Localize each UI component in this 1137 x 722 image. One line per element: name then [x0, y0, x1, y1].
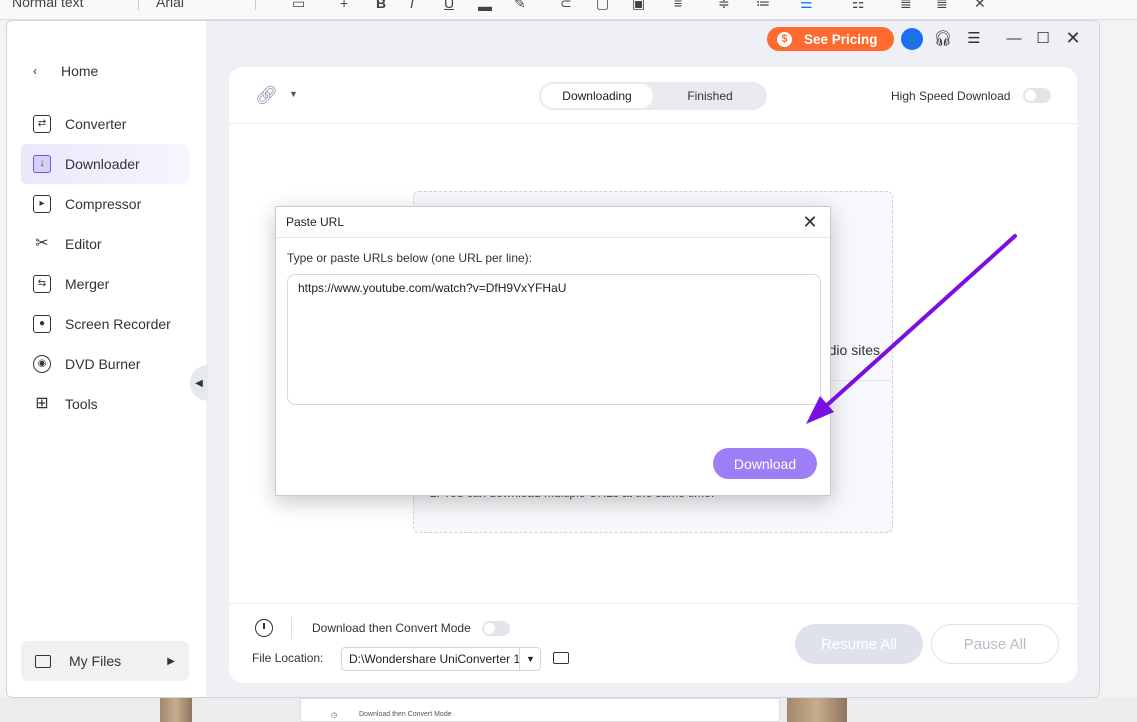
convert-mode-toggle[interactable] — [482, 621, 510, 636]
bg-underline-icon: U — [444, 0, 455, 11]
sidebar-item-converter[interactable]: ⇄ Converter — [21, 104, 189, 144]
screen-recorder-icon: ● — [33, 315, 51, 333]
home-link[interactable]: ‹ Home — [33, 63, 98, 79]
sidebar-item-downloader[interactable]: ↓ Downloader — [21, 144, 189, 184]
bg-indent-icon: ≣ — [900, 0, 912, 11]
footer-separator — [291, 617, 292, 639]
dialog-instruction: Type or paste URLs below (one URL per li… — [287, 251, 533, 265]
scissors-icon: ✂ — [35, 235, 49, 252]
sidebar-item-label: Compressor — [65, 196, 142, 212]
background-toolbar: Normal text Arial ▭ + B I U ▬ ✎ ⊂ ▢ ▣ ≡ … — [0, 0, 1137, 20]
menu-icon[interactable]: ☰ — [963, 27, 985, 49]
bg-outdent-icon: ≣ — [936, 0, 948, 11]
bg-line-spacing-icon: ≑ — [718, 0, 730, 11]
converter-icon: ⇄ — [33, 115, 51, 133]
chevron-right-icon: ▶ — [167, 655, 175, 667]
folder-icon — [35, 654, 51, 668]
bg-timer-icon: ◷ — [331, 712, 338, 719]
open-folder-icon[interactable] — [553, 652, 569, 664]
bg-bold-icon: B — [376, 0, 387, 11]
see-pricing-label: See Pricing — [804, 31, 878, 47]
sidebar-item-label: Screen Recorder — [65, 316, 171, 332]
download-button[interactable]: Download — [713, 448, 817, 479]
url-textarea[interactable]: https://www.youtube.com/watch?v=DfH9VxYF… — [287, 274, 821, 405]
bg-text-color-icon: ▬ — [478, 0, 492, 14]
bg-size-box-icon: ▭ — [292, 0, 306, 11]
avatar[interactable]: 👤 — [901, 28, 923, 50]
timer-icon[interactable] — [255, 619, 273, 637]
disc-icon: ◉ — [33, 355, 51, 373]
high-speed-download-label: High Speed Download — [891, 89, 1011, 103]
high-speed-download-toggle[interactable] — [1023, 88, 1051, 103]
sidebar-item-label: Converter — [65, 116, 127, 132]
bg-divider — [255, 0, 256, 10]
tab-downloading[interactable]: Downloading — [541, 84, 653, 108]
bg-clear-format-icon: ✕ — [974, 0, 986, 11]
sidebar-item-label: DVD Burner — [65, 356, 141, 372]
my-files-label: My Files — [69, 653, 122, 669]
supported-sites-text: dio sites — [828, 342, 880, 358]
sidebar-item-label: Downloader — [65, 156, 140, 172]
sidebar-item-label: Merger — [65, 276, 110, 292]
bg-link-icon: ⊂ — [560, 0, 572, 11]
bg-italic-icon: I — [410, 0, 414, 11]
footer-divider — [229, 603, 1077, 604]
bg-style-label: Normal text — [12, 0, 84, 10]
bg-bullet-list-icon: ☰ — [800, 0, 813, 11]
background-document: ◷ Download then Convert Mode — [0, 698, 1137, 722]
sidebar-item-dvd-burner[interactable]: ◉ DVD Burner — [21, 344, 189, 384]
sidebar-item-tools[interactable]: ⊞ Tools — [21, 384, 189, 424]
sidebar-item-compressor[interactable]: ▸ Compressor — [21, 184, 189, 224]
download-status-tabs: Downloading Finished — [539, 82, 767, 110]
header-divider — [229, 123, 1077, 124]
chevron-down-icon[interactable]: ▼ — [519, 647, 541, 671]
file-location-label: File Location: — [252, 651, 324, 665]
bg-align-icon: ≡ — [674, 0, 683, 11]
bg-screenshot-preview: ◷ Download then Convert Mode — [300, 698, 780, 722]
dialog-title: Paste URL — [286, 215, 345, 229]
grid-icon: ⊞ — [35, 395, 49, 412]
compressor-icon: ▸ — [33, 195, 51, 213]
tab-finished[interactable]: Finished — [655, 84, 765, 108]
convert-mode-label: Download then Convert Mode — [312, 621, 471, 635]
minimize-icon[interactable]: — — [1003, 27, 1025, 49]
sidebar-item-editor[interactable]: ✂ Editor — [21, 224, 189, 264]
close-dialog-icon[interactable]: ✕ — [800, 212, 820, 232]
bg-thumbnail — [787, 698, 847, 722]
chevron-down-icon[interactable]: ▼ — [289, 89, 298, 99]
bg-numbered-list-icon: ☷ — [852, 0, 865, 11]
sidebar-item-label: Tools — [65, 396, 98, 412]
bg-highlight-icon: ✎ — [514, 0, 526, 11]
home-label: Home — [61, 63, 99, 79]
file-location-select[interactable]: D:\Wondershare UniConverter 1 — [341, 647, 541, 671]
downloader-icon: ↓ — [33, 155, 51, 173]
dialog-divider — [276, 237, 830, 238]
my-files-button[interactable]: My Files ▶ — [21, 641, 189, 681]
bg-divider — [138, 0, 139, 10]
pricing-tag-icon: $ — [777, 31, 792, 47]
sidebar: ‹ Home ⇄ Converter ↓ Downloader ▸ Compre… — [7, 21, 206, 697]
close-window-icon[interactable]: ✕ — [1062, 27, 1084, 49]
bg-plus-icon: + — [340, 0, 349, 11]
resume-all-button[interactable]: Resume All — [795, 624, 923, 664]
bg-checklist-icon: ≔ — [756, 0, 770, 11]
sidebar-item-merger[interactable]: ⇆ Merger — [21, 264, 189, 304]
merger-icon: ⇆ — [33, 275, 51, 293]
sidebar-item-screen-recorder[interactable]: ● Screen Recorder — [21, 304, 189, 344]
bg-comment-icon: ▢ — [596, 0, 610, 11]
bg-mini-label: Download then Convert Mode — [359, 711, 452, 718]
see-pricing-button[interactable]: $ See Pricing — [767, 27, 894, 51]
headset-icon[interactable]: 🎧︎ — [932, 27, 954, 49]
back-chevron-icon: ‹ — [33, 64, 37, 78]
sidebar-item-label: Editor — [65, 236, 102, 252]
bg-font-label: Arial — [156, 0, 185, 10]
bg-image-icon: ▣ — [632, 0, 646, 11]
paste-url-dialog: Paste URL ✕ Type or paste URLs below (on… — [275, 206, 831, 496]
add-url-link-icon[interactable]: 🔗︎ — [255, 83, 279, 107]
bg-thumbnail — [160, 698, 192, 722]
pause-all-button[interactable]: Pause All — [931, 624, 1059, 664]
maximize-icon[interactable]: ☐ — [1032, 27, 1054, 49]
